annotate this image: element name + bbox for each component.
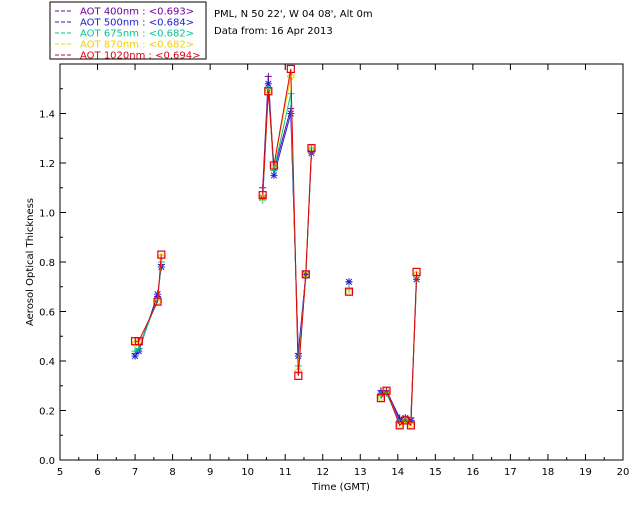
series-line	[134, 83, 418, 422]
y-tick-label: 0.4	[39, 357, 55, 368]
series-group	[130, 72, 421, 430]
x-tick-label: 12	[316, 467, 329, 478]
y-tick-label: 1.2	[39, 159, 55, 170]
info-line-location: PML, N 50 22', W 04 08', Alt 0m	[214, 9, 373, 20]
plot-frame	[59, 63, 624, 461]
x-tick-label: 19	[579, 467, 592, 478]
series-group	[131, 85, 421, 427]
legend-label: AOT 675nm : <0.682>	[80, 29, 194, 40]
legend-label: AOT 400nm : <0.693>	[80, 7, 194, 18]
series-line	[134, 76, 418, 427]
x-tick-label: 15	[429, 467, 442, 478]
y-tick-label: 0.6	[39, 308, 55, 319]
legend-label: AOT 1020nm : <0.694>	[80, 51, 200, 62]
y-tick-label: 1.4	[39, 110, 55, 121]
info-line-date: Data from: 16 Apr 2013	[214, 26, 333, 37]
aot-chart: AOT 400nm : <0.693>AOT 500nm : <0.684>AO…	[25, 1, 630, 493]
x-tick-label: 14	[391, 467, 404, 478]
x-tick-label: 18	[542, 467, 555, 478]
y-tick-label: 0.2	[39, 407, 55, 418]
x-tick-label: 5	[57, 467, 63, 478]
x-tick-label: 8	[169, 467, 175, 478]
x-tick-label: 11	[279, 467, 292, 478]
series-line	[134, 88, 418, 424]
x-axis-title: Time (GMT)	[311, 482, 370, 493]
data-point-plus	[345, 285, 353, 293]
legend: AOT 400nm : <0.693>AOT 500nm : <0.684>AO…	[49, 1, 207, 62]
series-line	[135, 68, 418, 427]
series-group	[131, 72, 421, 422]
x-tick-label: 6	[94, 467, 100, 478]
x-tick-label: 16	[466, 467, 479, 478]
x-tick-label: 17	[504, 467, 517, 478]
series-line	[134, 76, 418, 419]
x-tick-label: 7	[132, 467, 138, 478]
data-point-star	[345, 278, 353, 286]
x-tick-label: 20	[617, 467, 630, 478]
x-tick-label: 10	[241, 467, 254, 478]
y-axis-title: Aerosol Optical Thickness	[25, 198, 36, 326]
legend-label: AOT 500nm : <0.684>	[80, 18, 194, 29]
y-tick-label: 0.0	[39, 456, 55, 467]
legend-label: AOT 870nm : <0.682>	[80, 40, 194, 51]
y-tick-label: 1.0	[39, 209, 55, 220]
series-group	[131, 80, 421, 424]
x-tick-label: 13	[354, 467, 367, 478]
data-point-plus	[264, 72, 272, 80]
series-group	[130, 64, 421, 430]
x-tick-label: 9	[207, 467, 213, 478]
y-tick-label: 0.8	[39, 258, 55, 269]
